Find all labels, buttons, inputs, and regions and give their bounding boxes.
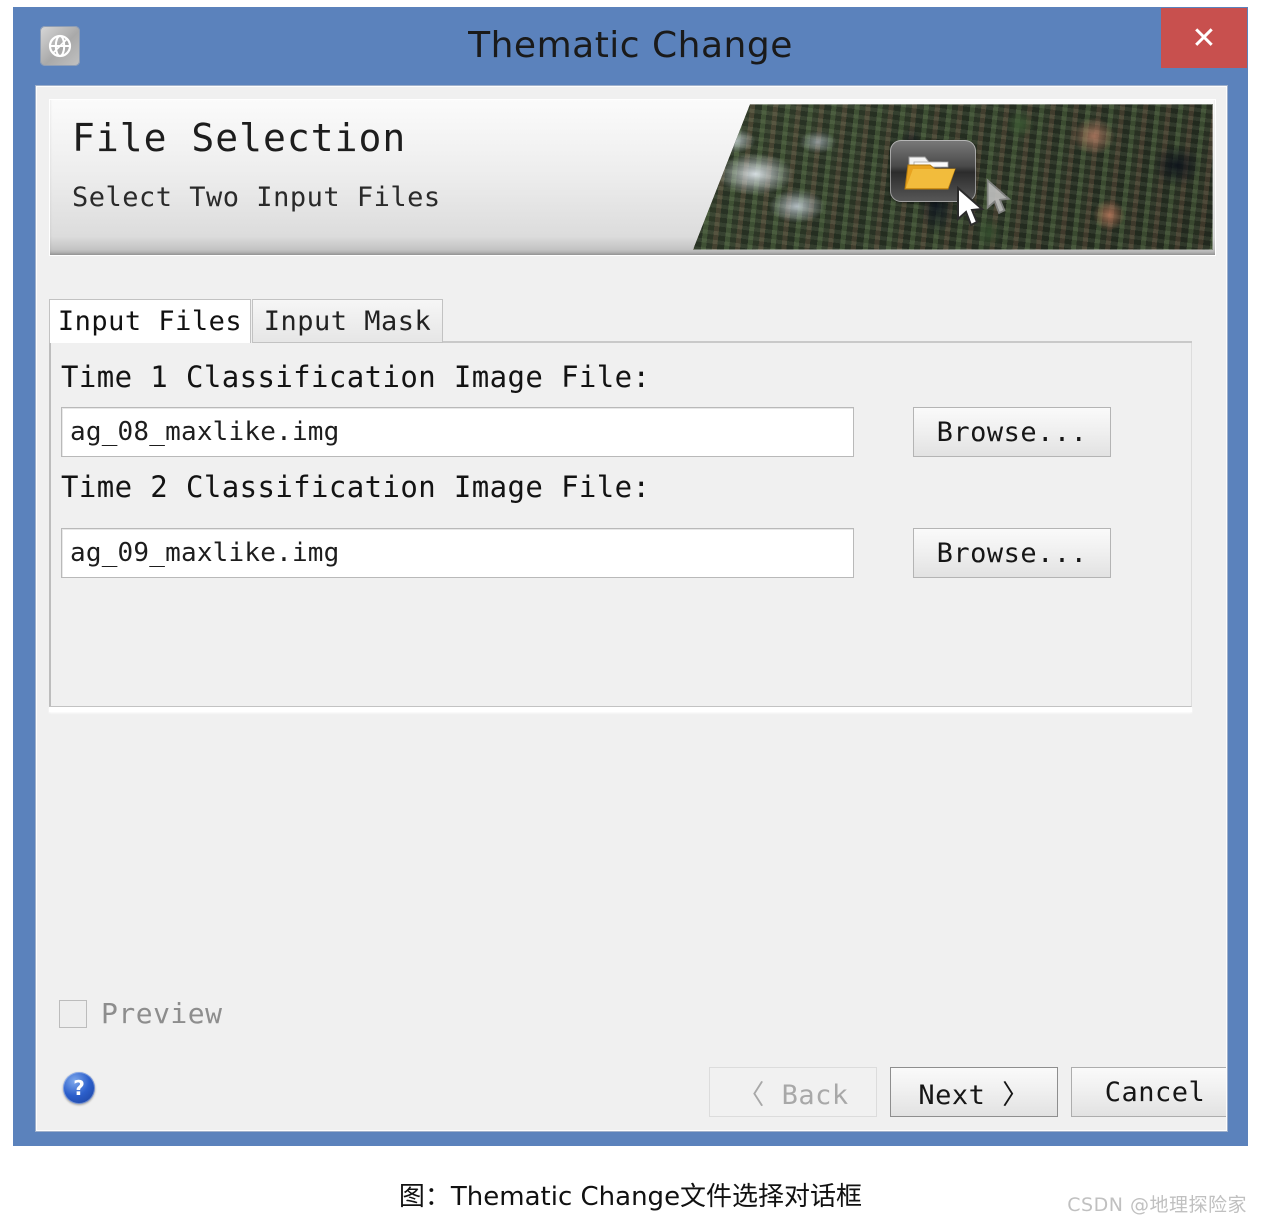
window-title: Thematic Change (468, 25, 793, 66)
thematic-change-window: Thematic Change ✕ File Selection Select … (14, 8, 1247, 1145)
close-button[interactable]: ✕ (1161, 8, 1247, 68)
time1-field-label: Time 1 Classification Image File: (61, 360, 651, 394)
back-button[interactable]: 〈 Back (709, 1067, 877, 1117)
satellite-landcover-image (693, 104, 1213, 250)
panel-bottom-highlight (49, 707, 1192, 712)
time2-file-input[interactable] (61, 528, 854, 578)
mouse-pointer-icon (957, 186, 985, 227)
help-icon[interactable]: ? (63, 1072, 95, 1104)
next-button[interactable]: Next 〉 (890, 1067, 1058, 1117)
time1-browse-button[interactable]: Browse... (913, 407, 1111, 457)
preview-row: Preview (59, 997, 223, 1030)
mouse-pointer-shadow-icon (986, 178, 1011, 215)
preview-label: Preview (101, 997, 223, 1030)
input-files-panel: Time 1 Classification Image File: Browse… (49, 342, 1192, 707)
dialog-client-area: File Selection Select Two Input Files In… (36, 86, 1227, 1131)
tab-input-files[interactable]: Input Files (49, 299, 251, 343)
window-titlebar: Thematic Change ✕ (14, 8, 1247, 80)
banner-title: File Selection (72, 116, 407, 160)
time2-browse-button[interactable]: Browse... (913, 528, 1111, 578)
tab-strip: Input Files Input Mask (49, 299, 1214, 343)
time2-field-label: Time 2 Classification Image File: (61, 470, 651, 504)
cancel-button[interactable]: Cancel (1071, 1067, 1226, 1117)
banner-subtitle: Select Two Input Files (72, 182, 441, 213)
screenshot-root: Thematic Change ✕ File Selection Select … (0, 0, 1261, 1227)
time1-file-input[interactable] (61, 407, 854, 457)
watermark: CSDN @地理探险家 (1067, 1194, 1247, 1216)
preview-checkbox[interactable] (59, 999, 87, 1028)
tab-strip-underline (443, 341, 1192, 343)
wizard-banner: File Selection Select Two Input Files (49, 99, 1216, 256)
tab-input-mask[interactable]: Input Mask (252, 299, 443, 343)
